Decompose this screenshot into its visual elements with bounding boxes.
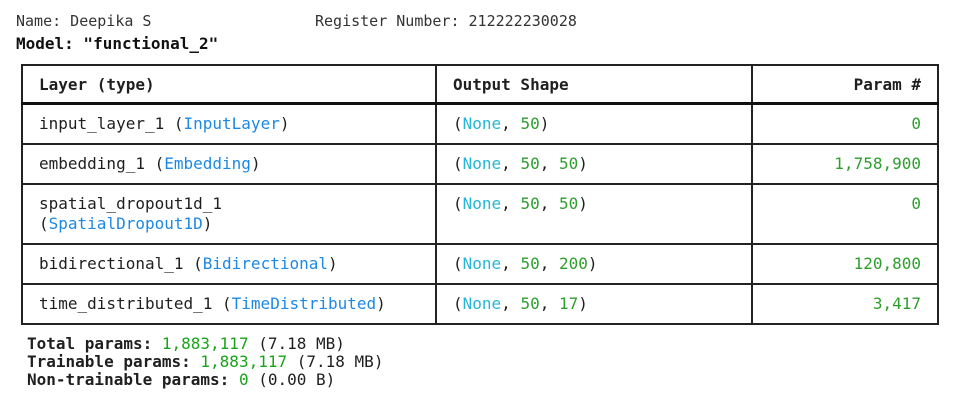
shape-dim: 50	[520, 154, 540, 173]
param-count: 0	[911, 194, 921, 213]
non-trainable-params-value: 0	[238, 370, 249, 389]
layer-name: time_distributed_1	[39, 294, 213, 313]
shape-dim: 50	[520, 194, 540, 213]
param-count: 120,800	[853, 254, 921, 273]
table-row: spatial_dropout1d_1 (SpatialDropout1D) (…	[21, 183, 939, 245]
output-shape-cell: (None, 50, 50)	[435, 183, 753, 245]
param-count-cell: 1,758,900	[751, 143, 939, 185]
trainable-params-label: Trainable params:	[27, 352, 191, 371]
shape-dim: 50	[520, 254, 540, 273]
total-params-value: 1,883,117	[161, 334, 249, 353]
output-shape-cell: (None, 50)	[435, 102, 753, 145]
layer-cell: spatial_dropout1d_1 (SpatialDropout1D)	[21, 183, 437, 245]
param-count-cell: 3,417	[751, 283, 939, 325]
shape-dim: 50	[520, 294, 540, 313]
column-header-layer: Layer (type)	[21, 64, 437, 105]
trainable-params-value: 1,883,117	[200, 352, 288, 371]
param-count-cell: 0	[751, 102, 939, 145]
layer-name: spatial_dropout1d_1	[39, 194, 223, 213]
shape-dim: 50	[558, 154, 579, 173]
param-count-cell: 120,800	[751, 243, 939, 285]
column-header-output-shape: Output Shape	[435, 64, 753, 105]
output-shape-cell: (None, 50, 200)	[435, 243, 753, 285]
layer-type: Bidirectional	[202, 254, 328, 273]
total-params-label: Total params:	[27, 334, 153, 353]
student-name: Name: Deepika S	[16, 12, 152, 30]
shape-none: None	[462, 154, 502, 173]
register-number: Register Number: 212222230028	[315, 12, 577, 30]
param-totals: Total params: 1,883,117 (7.18 MB) Traina…	[27, 335, 383, 389]
layer-cell: input_layer_1 (InputLayer)	[21, 102, 437, 145]
layer-name: input_layer_1	[39, 114, 165, 133]
shape-dim: 17	[558, 294, 579, 313]
shape-dim: 50	[558, 194, 579, 213]
non-trainable-params-size: (0.00 B)	[258, 370, 336, 389]
shape-none: None	[462, 294, 502, 313]
table-header-row: Layer (type) Output Shape Param #	[21, 64, 939, 105]
layer-type: TimeDistributed	[231, 294, 377, 313]
total-params-size: (7.18 MB)	[258, 334, 345, 353]
layer-name: bidirectional_1	[39, 254, 184, 273]
layer-cell: time_distributed_1 (TimeDistributed)	[21, 283, 437, 325]
non-trainable-params-label: Non-trainable params:	[27, 370, 230, 389]
layer-name: embedding_1	[39, 154, 145, 173]
column-header-param-count: Param #	[751, 64, 939, 105]
table-row: time_distributed_1 (TimeDistributed) (No…	[21, 283, 939, 325]
table-row: bidirectional_1 (Bidirectional) (None, 5…	[21, 243, 939, 285]
shape-none: None	[462, 114, 502, 133]
layer-type: Embedding	[164, 154, 251, 173]
param-count: 0	[911, 114, 921, 133]
layer-type: InputLayer	[183, 114, 280, 133]
output-shape-cell: (None, 50, 50)	[435, 143, 753, 185]
table-row: embedding_1 (Embedding) (None, 50, 50) 1…	[21, 143, 939, 185]
layer-type: SpatialDropout1D	[48, 214, 203, 233]
shape-dim: 50	[520, 114, 540, 133]
shape-dim: 200	[558, 254, 588, 273]
param-count: 3,417	[872, 294, 921, 313]
shape-none: None	[462, 254, 502, 273]
output-shape-cell: (None, 50, 17)	[435, 283, 753, 325]
layer-cell: embedding_1 (Embedding)	[21, 143, 437, 185]
model-title: Model: "functional_2"	[16, 34, 219, 53]
param-count: 1,758,900	[834, 154, 921, 173]
shape-none: None	[462, 194, 502, 213]
table-row: input_layer_1 (InputLayer) (None, 50) 0	[21, 102, 939, 145]
model-summary-table: Layer (type) Output Shape Param # input_…	[21, 64, 939, 325]
trainable-params-size: (7.18 MB)	[296, 352, 384, 371]
layer-cell: bidirectional_1 (Bidirectional)	[21, 243, 437, 285]
param-count-cell: 0	[751, 183, 939, 245]
